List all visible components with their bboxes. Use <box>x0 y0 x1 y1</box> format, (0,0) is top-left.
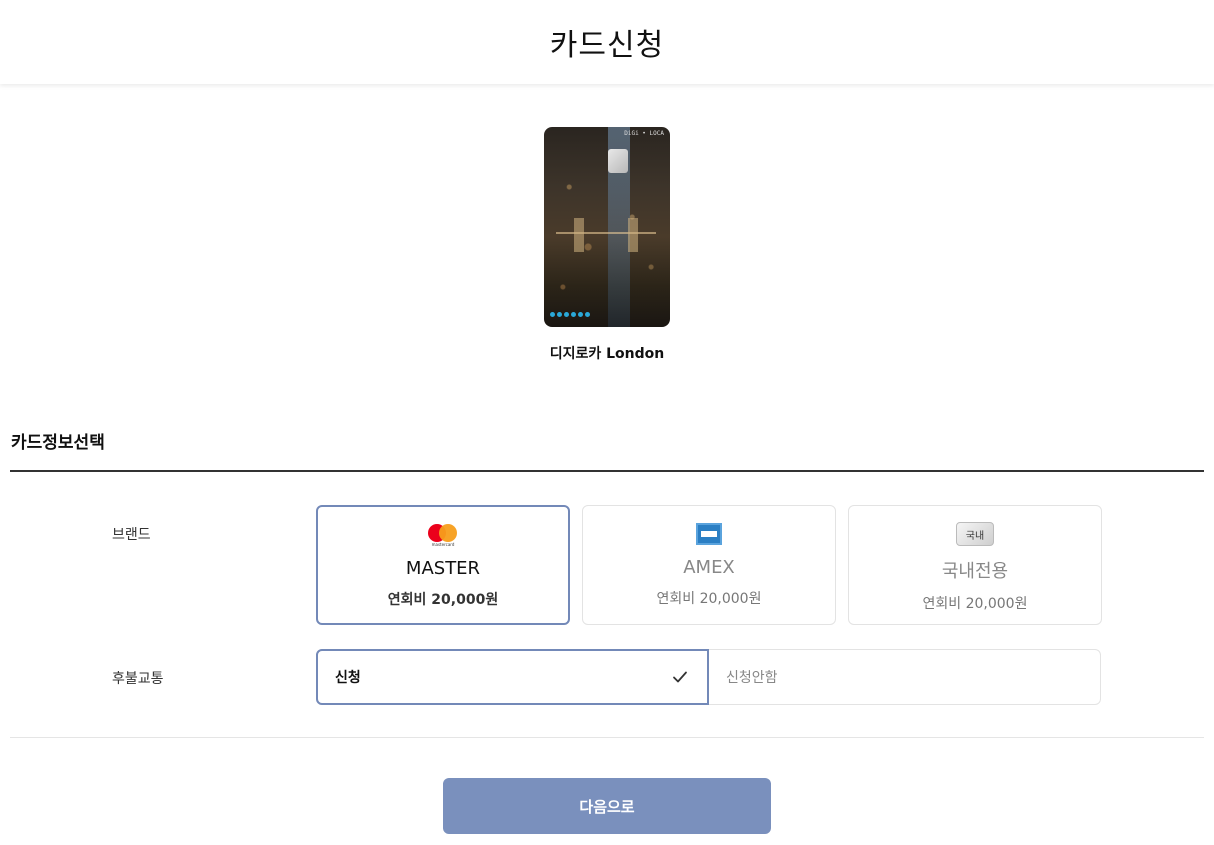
card-name: 디지로카 London <box>549 346 665 362</box>
amex-icon <box>696 523 722 545</box>
check-icon <box>673 671 687 683</box>
transit-option-label: 신청안함 <box>726 670 778 686</box>
transit-option-apply[interactable]: 신청 <box>316 649 709 705</box>
bottom-divider <box>10 737 1204 738</box>
page-header: 카드신청 <box>0 0 1214 84</box>
transit-label: 후불교통 <box>112 671 164 687</box>
section-title: 카드정보선택 <box>11 433 105 453</box>
transit-option-decline[interactable]: 신청안함 <box>709 650 1100 704</box>
brand-option-name: 국내전용 <box>941 561 1009 582</box>
card-dots <box>550 312 590 317</box>
brand-option-master[interactable]: mastercard MASTER 연회비 20,000원 <box>316 505 570 625</box>
section-divider <box>10 470 1204 472</box>
tower-bridge-graphic <box>556 218 656 272</box>
card-image: DiGi • LOCA <box>544 127 670 327</box>
brand-option-fee: 연회비 20,000원 <box>656 591 762 607</box>
transit-option-label: 신청 <box>335 670 361 686</box>
brand-label: 브랜드 <box>112 527 151 543</box>
next-button[interactable]: 다음으로 <box>443 778 771 834</box>
transit-toggle-group: 신청 신청안함 <box>316 649 1101 705</box>
card-mark: DiGi • LOCA <box>624 130 664 137</box>
brand-option-name: AMEX <box>683 557 735 578</box>
brand-option-name: MASTER <box>405 558 481 579</box>
card-chip <box>608 149 628 173</box>
brand-option-domestic[interactable]: 국내 국내전용 연회비 20,000원 <box>848 505 1102 625</box>
brand-option-amex[interactable]: AMEX 연회비 20,000원 <box>582 505 836 625</box>
page-title: 카드신청 <box>549 28 665 63</box>
brand-option-fee: 연회비 20,000원 <box>387 592 499 608</box>
mastercard-icon: mastercard <box>426 523 460 547</box>
domestic-card-icon: 국내 <box>956 522 994 546</box>
brand-option-fee: 연회비 20,000원 <box>922 596 1028 612</box>
